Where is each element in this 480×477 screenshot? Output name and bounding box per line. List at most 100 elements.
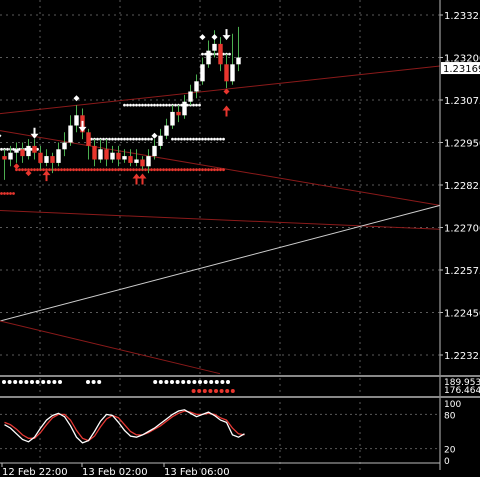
support-dot xyxy=(219,168,222,172)
dot-indicator-white xyxy=(170,380,174,384)
candle-body[interactable] xyxy=(86,132,91,146)
candle-body[interactable] xyxy=(8,152,13,160)
candle-body[interactable] xyxy=(56,149,61,163)
dot-indicator-white xyxy=(164,380,169,384)
resistance-dot xyxy=(198,103,201,107)
support-dot xyxy=(120,168,123,172)
dot-indicator-red xyxy=(202,389,207,393)
resistance-dot xyxy=(132,103,135,107)
candle-body[interactable] xyxy=(14,149,19,153)
resistance-dot xyxy=(210,137,213,141)
dot-indicator-red xyxy=(191,389,196,393)
support-dot xyxy=(156,168,159,172)
candle-body[interactable] xyxy=(74,115,79,126)
candle-body[interactable] xyxy=(104,149,109,160)
resistance-dot xyxy=(171,137,174,141)
candle-body[interactable] xyxy=(200,64,205,82)
candle-body[interactable] xyxy=(176,111,181,116)
resistance-dot xyxy=(123,103,126,107)
resistance-dot xyxy=(165,103,168,107)
candle-body[interactable] xyxy=(44,156,49,163)
dot-indicator-white xyxy=(186,380,191,384)
resistance-dot xyxy=(192,103,195,107)
resistance-dot xyxy=(177,137,180,141)
resistance-dot xyxy=(138,137,141,141)
support-dot xyxy=(72,168,75,172)
candle-body[interactable] xyxy=(50,156,55,163)
candle-body[interactable] xyxy=(164,125,169,136)
resistance-dot xyxy=(195,137,198,141)
support-dot xyxy=(144,168,147,172)
candle-body[interactable] xyxy=(182,101,187,116)
candle-body[interactable] xyxy=(194,81,199,92)
candle-body[interactable] xyxy=(188,91,193,102)
candle-body[interactable] xyxy=(218,43,223,65)
y-tick-label: 1.23075 xyxy=(444,96,480,107)
candle-body[interactable] xyxy=(110,152,115,160)
dot-indicator-red xyxy=(225,389,230,393)
dot-indicator-white xyxy=(198,380,202,384)
dot-indicator-white xyxy=(192,380,197,384)
y-tick-label: 1.22325 xyxy=(444,351,480,362)
candle-body[interactable] xyxy=(62,142,67,150)
candle-body[interactable] xyxy=(68,125,73,143)
candle-body[interactable] xyxy=(206,50,211,65)
candle-body[interactable] xyxy=(38,152,43,163)
y-tick-label: 1.22450 xyxy=(444,309,480,320)
candle-body[interactable] xyxy=(92,145,97,160)
support-dot xyxy=(165,168,168,172)
support-dot xyxy=(216,168,219,172)
resistance-dot xyxy=(213,137,216,141)
resistance-dot xyxy=(174,137,177,141)
candle-body[interactable] xyxy=(122,156,127,160)
dot-indicator-red xyxy=(197,389,202,393)
candle-body[interactable] xyxy=(20,149,25,157)
support-dot xyxy=(195,168,198,172)
support-dot xyxy=(168,168,171,172)
support-dot xyxy=(0,192,3,195)
candle-body[interactable] xyxy=(128,156,133,163)
resistance-dot xyxy=(216,137,219,141)
candle-body[interactable] xyxy=(2,156,7,160)
candle-body[interactable] xyxy=(140,159,145,167)
candle-body[interactable] xyxy=(32,145,37,153)
resistance-dot xyxy=(138,103,141,107)
candle-body[interactable] xyxy=(236,57,241,65)
osc-tick-label: 100 xyxy=(444,400,461,410)
candle-body[interactable] xyxy=(26,145,31,157)
candle-body[interactable] xyxy=(224,64,229,82)
support-dot xyxy=(177,168,180,172)
resistance-dot xyxy=(117,137,120,141)
support-dot xyxy=(75,168,78,172)
support-dot xyxy=(159,168,162,172)
dot-indicator-white xyxy=(175,380,180,384)
candle-body[interactable] xyxy=(98,149,103,160)
candle-body[interactable] xyxy=(170,111,175,126)
resistance-dot xyxy=(168,103,171,107)
dot-indicator-white xyxy=(203,380,208,384)
resistance-dot xyxy=(135,103,138,107)
candle-body[interactable] xyxy=(146,156,151,167)
candle-body[interactable] xyxy=(152,145,157,157)
dot-indicator-white xyxy=(91,380,96,384)
resistance-dot xyxy=(129,103,132,107)
candle-body[interactable] xyxy=(230,64,235,82)
candle-body[interactable] xyxy=(134,159,139,163)
support-dot xyxy=(99,168,102,172)
candle-body[interactable] xyxy=(116,152,121,160)
support-dot xyxy=(18,168,21,172)
resistance-dot xyxy=(144,103,147,107)
resistance-dot xyxy=(6,147,9,151)
resistance-dot xyxy=(204,137,207,141)
resistance-dot xyxy=(141,103,144,107)
candle-body[interactable] xyxy=(158,135,163,146)
support-dot xyxy=(108,168,111,172)
resistance-dot xyxy=(141,137,144,141)
support-dot xyxy=(222,168,225,172)
support-dot xyxy=(66,168,69,172)
candle-body[interactable] xyxy=(212,43,217,51)
resistance-dot xyxy=(228,52,231,56)
support-dot xyxy=(198,168,201,172)
trading-chart[interactable]: 1.233251.232001.230751.229501.228251.227… xyxy=(0,0,480,477)
dot-indicator-white xyxy=(30,380,34,384)
